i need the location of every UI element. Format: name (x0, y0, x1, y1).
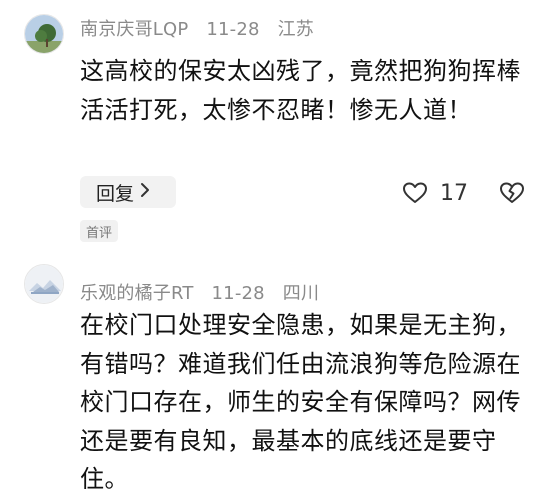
comment-item: 乐观的橘子RT 11-28 四川 在校门口处理安全隐患，如果是无主狗，有错吗？难… (0, 252, 556, 500)
comment-location: 江苏 (277, 19, 315, 40)
comment-date: 11-28 (206, 19, 260, 40)
first-comment-badge: 首评 (80, 220, 119, 242)
snowy-landscape-avatar-icon (25, 265, 63, 303)
username[interactable]: 南京庆哥LQP (80, 19, 188, 40)
comment-meta: 乐观的橘子RT 11-28 四川 (80, 279, 331, 305)
comment-location: 四川 (282, 283, 320, 304)
like-button[interactable]: 17 (402, 176, 468, 210)
tree-landscape-avatar-icon (25, 15, 63, 53)
chevron-right-icon (140, 182, 150, 203)
dislike-button[interactable] (498, 178, 526, 210)
comment-text: 在校门口处理安全隐患，如果是无主狗，有错吗？难道我们任由流浪狗等危险源在校门口存… (80, 311, 521, 493)
reply-label: 回复 (96, 182, 135, 205)
broken-heart-icon (500, 182, 524, 203)
avatar[interactable] (24, 264, 64, 304)
avatar[interactable] (24, 14, 64, 54)
reply-button[interactable]: 回复 (80, 176, 176, 208)
heart-outline-icon (403, 182, 427, 203)
like-count: 17 (440, 180, 468, 206)
comment-text: 这高校的保安太凶残了，竟然把狗狗挥棒活活打死，太惨不忍睹！惨无人道！ (80, 57, 521, 124)
username[interactable]: 乐观的橘子RT (80, 283, 194, 304)
comment-date: 11-28 (211, 283, 265, 304)
comment-item: 南京庆哥LQP 11-28 江苏 这高校的保安太凶残了，竟然把狗狗挥棒活活打死，… (0, 0, 556, 252)
comment-meta: 南京庆哥LQP 11-28 江苏 (80, 15, 326, 41)
